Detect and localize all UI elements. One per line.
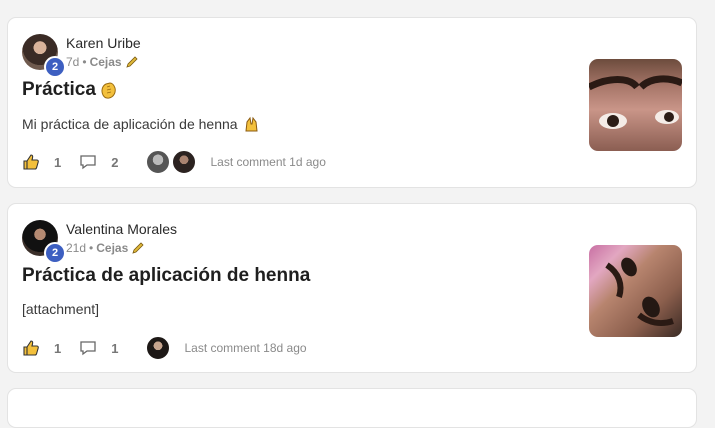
meta-separator: •	[89, 241, 94, 255]
pencil-icon	[125, 55, 139, 69]
post-time: 21d	[66, 241, 87, 255]
post-image-thumbnail[interactable]	[589, 245, 682, 337]
author-name[interactable]: Karen Uribe	[66, 35, 141, 51]
post-category[interactable]: Cejas	[96, 241, 128, 255]
author-avatar[interactable]: 2	[22, 220, 66, 264]
post-body-text: Mi práctica de aplicación de henna	[22, 116, 238, 132]
post-title-text[interactable]: Práctica de aplicación de henna	[22, 265, 310, 287]
comment-icon[interactable]	[79, 153, 97, 171]
thumbs-up-icon[interactable]	[22, 153, 40, 171]
like-count: 1	[54, 154, 62, 170]
thumbs-up-icon[interactable]	[22, 339, 40, 357]
post-title[interactable]: Práctica de aplicación de henna	[22, 265, 310, 287]
last-comment-time: Last comment 18d ago	[184, 341, 307, 355]
post-title-text[interactable]: Práctica	[22, 79, 96, 101]
post-card[interactable]: 2 Karen Uribe 7d • Cejas Práctica Mi prá…	[7, 17, 697, 188]
raised-hands-icon	[243, 115, 261, 133]
post-category[interactable]: Cejas	[90, 55, 122, 69]
commenter-avatars	[146, 150, 197, 174]
comment-count: 1	[111, 340, 119, 356]
commenter-avatar[interactable]	[172, 150, 197, 174]
level-badge: 2	[44, 242, 66, 264]
post-body-text: [attachment]	[22, 301, 100, 317]
post-body: [attachment]	[22, 301, 99, 317]
post-meta: 7d • Cejas	[66, 55, 139, 69]
level-badge: 2	[44, 56, 66, 78]
last-comment-time: Last comment 1d ago	[210, 155, 326, 169]
comment-icon[interactable]	[79, 339, 97, 357]
comment-count: 2	[111, 154, 119, 170]
post-card[interactable]	[7, 388, 697, 428]
post-card[interactable]: 2 Valentina Morales 21d • Cejas Práctica…	[7, 203, 697, 373]
post-stats: 1 1 Last comment 18d ago	[22, 336, 307, 360]
post-meta: 21d • Cejas	[66, 241, 145, 255]
author-name[interactable]: Valentina Morales	[66, 221, 177, 237]
commenter-avatar[interactable]	[146, 336, 171, 360]
commenter-avatar[interactable]	[146, 150, 171, 174]
pencil-icon	[131, 241, 145, 255]
commenter-avatars	[146, 336, 171, 360]
post-image-thumbnail[interactable]	[589, 59, 682, 151]
meta-separator: •	[82, 55, 87, 69]
clapping-hands-icon	[98, 79, 120, 101]
like-count: 1	[54, 340, 62, 356]
post-body: Mi práctica de aplicación de henna	[22, 115, 261, 133]
author-avatar[interactable]: 2	[22, 34, 66, 78]
post-time: 7d	[66, 55, 80, 69]
post-stats: 1 2 Last comment 1d ago	[22, 150, 326, 174]
post-title[interactable]: Práctica	[22, 79, 120, 101]
